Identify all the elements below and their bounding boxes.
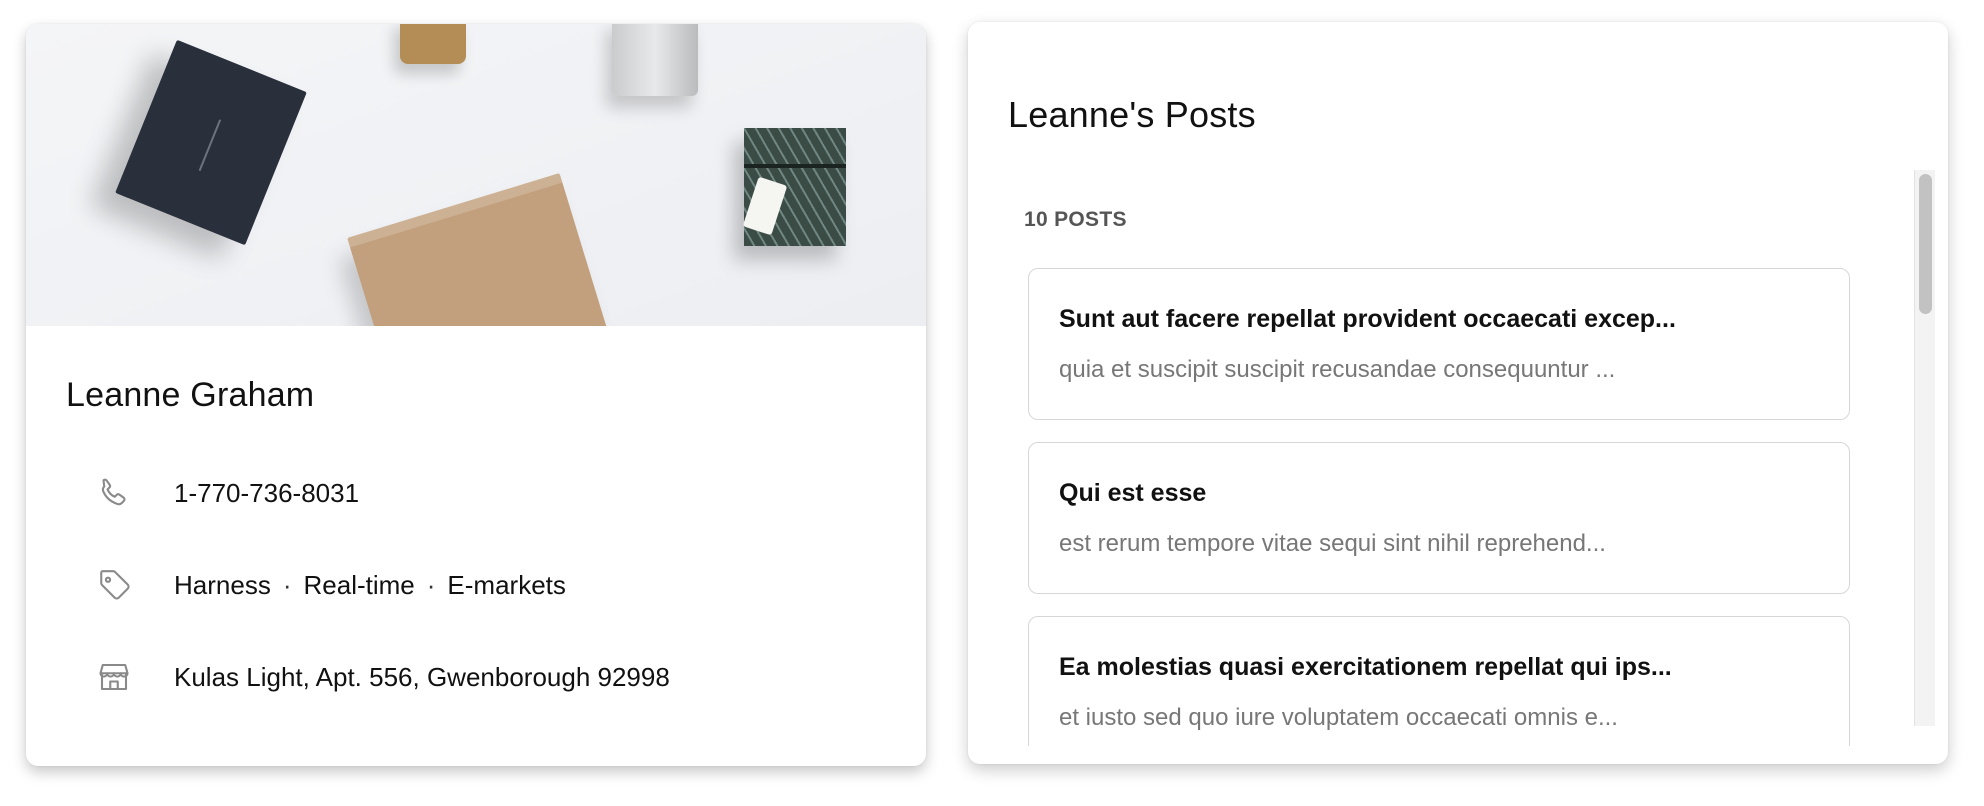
post-list: Sunt aut facere repellat provident occae… (1028, 268, 1850, 746)
posts-scrollbar[interactable] (1914, 170, 1935, 726)
posts-title: Leanne's Posts (1008, 94, 1256, 135)
page: Leanne Graham 1-770-736-8031 Harness · R… (0, 0, 1984, 806)
gift-tag-graphic (742, 176, 788, 236)
post-excerpt: est rerum tempore vitae sequi sint nihil… (1059, 530, 1606, 557)
posts-count: 10 POSTS (1024, 208, 1127, 231)
kraft-bag-graphic (400, 24, 466, 64)
cover-image (26, 24, 926, 326)
post-item[interactable]: Sunt aut facere repellat provident occae… (1028, 268, 1850, 420)
post-item[interactable]: Qui est esse est rerum tempore vitae seq… (1028, 442, 1850, 594)
post-title: Sunt aut facere repellat provident occae… (1059, 305, 1676, 333)
dark-box-graphic (115, 39, 307, 246)
profile-name: Leanne Graham (66, 376, 315, 414)
address-row: Kulas Light, Apt. 556, Gwenborough 92998 (66, 655, 886, 699)
profile-card: Leanne Graham 1-770-736-8031 Harness · R… (26, 24, 926, 766)
tag-label: E-markets (447, 569, 566, 600)
phone-icon (92, 471, 136, 515)
tag-icon (92, 563, 136, 607)
tag-label: Harness (174, 569, 271, 600)
gift-box-graphic (742, 128, 846, 246)
post-title: Ea molestias quasi exercitationem repell… (1059, 653, 1672, 681)
post-excerpt: et iusto sed quo iure voluptatem occaeca… (1059, 704, 1618, 731)
kraft-box-graphic (347, 173, 607, 326)
scrollbar-thumb[interactable] (1919, 174, 1932, 314)
posts-card: Leanne's Posts 10 POSTS Sunt aut facere … (968, 22, 1948, 764)
post-item[interactable]: Ea molestias quasi exercitationem repell… (1028, 616, 1850, 746)
tags-row: Harness · Real-time · E-markets (66, 563, 886, 607)
tag-label: Real-time (303, 569, 415, 600)
store-icon (92, 655, 136, 699)
posts-scroll-area[interactable]: 10 POSTS Sunt aut facere repellat provid… (1008, 170, 1878, 746)
tag-separator: · (282, 569, 292, 600)
silver-bag-graphic (612, 24, 698, 96)
phone-row: 1-770-736-8031 (66, 471, 886, 515)
profile-body: Leanne Graham 1-770-736-8031 Harness · R… (26, 326, 926, 699)
address-text: Kulas Light, Apt. 556, Gwenborough 92998 (174, 661, 670, 692)
tags-list: Harness · Real-time · E-markets (174, 570, 566, 601)
phone-number: 1-770-736-8031 (174, 477, 360, 508)
tag-separator: · (426, 569, 436, 600)
post-excerpt: quia et suscipit suscipit recusandae con… (1059, 356, 1616, 383)
post-title: Qui est esse (1059, 479, 1207, 507)
